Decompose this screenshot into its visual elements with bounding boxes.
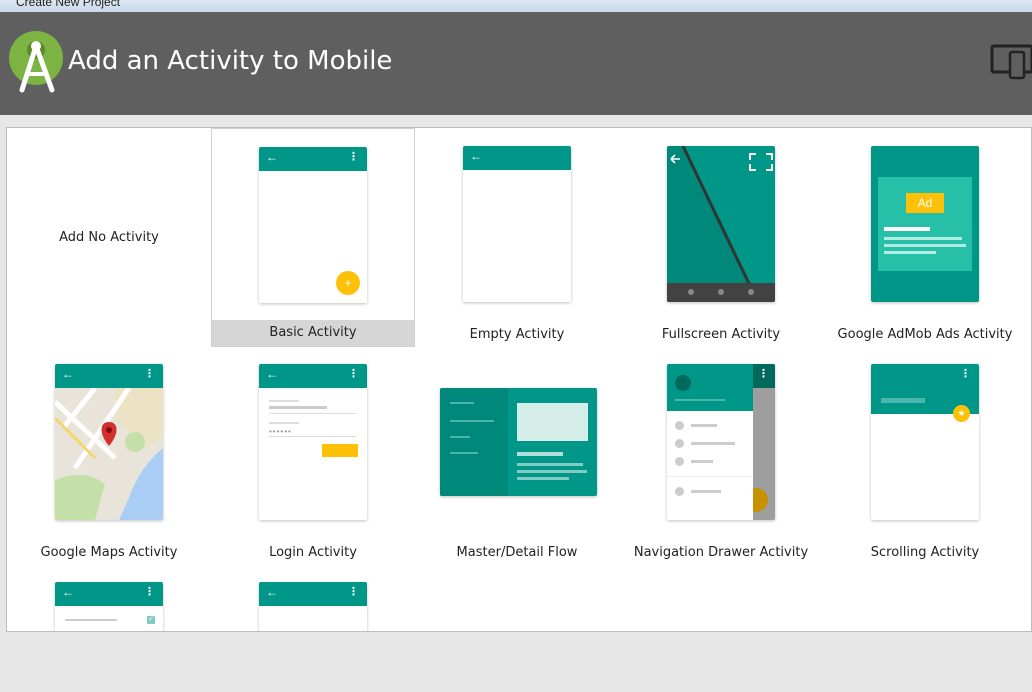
tile-label: Google Maps Activity: [40, 545, 178, 560]
tile-master-detail-flow[interactable]: Master/Detail Flow: [415, 346, 619, 564]
fullscreen-activity-thumbnail: [667, 146, 775, 302]
window-title: Create New Project: [16, 0, 121, 9]
tile-fullscreen-activity[interactable]: Fullscreen Activity: [619, 128, 823, 346]
fullscreen-illustration-icon: [667, 146, 775, 302]
tile-label: Login Activity: [269, 545, 357, 560]
empty-activity-thumbnail: ←: [463, 146, 571, 302]
tile-google-maps-activity[interactable]: ← ⋮ Google Maps Activity: [7, 346, 211, 564]
nav-drawer-thumbnail: ⋮: [667, 364, 775, 520]
login-activity-thumbnail: ← ⋮ ••••••: [259, 364, 367, 520]
ad-badge: Ad: [906, 193, 944, 213]
tile-label: Empty Activity: [469, 327, 565, 342]
thumb-app-bar: ← ⋮: [55, 582, 163, 606]
tile-tabbed-activity[interactable]: ← ⋮: [211, 564, 415, 631]
scrolling-activity-thumbnail: ⋮ ★: [871, 364, 979, 520]
android-studio-logo-icon: [9, 31, 63, 93]
thumb-app-bar: ← ⋮: [55, 364, 163, 388]
overflow-menu-icon: ⋮: [960, 368, 971, 380]
wizard-footer: [0, 632, 1032, 692]
drawer-panel: [667, 364, 753, 520]
overflow-menu-icon: ⋮: [144, 586, 155, 598]
tile-add-no-activity[interactable]: Add No Activity: [7, 128, 211, 346]
back-arrow-icon: ←: [62, 585, 74, 599]
page-title: Add an Activity to Mobile: [68, 46, 393, 76]
back-arrow-icon: ←: [62, 367, 74, 381]
login-button-thumb: [322, 444, 358, 457]
star-fab-icon: ★: [953, 405, 970, 422]
tile-empty-activity[interactable]: ← Empty Activity: [415, 128, 619, 346]
window-titlebar: Create New Project: [0, 0, 1032, 12]
tile-label: Add No Activity: [59, 230, 159, 245]
tile-label: Scrolling Activity: [870, 545, 980, 560]
overflow-menu-icon: ⋮: [348, 368, 359, 380]
overflow-menu-icon: ⋮: [348, 586, 359, 598]
thumb-app-bar: ← ⋮: [259, 582, 367, 606]
tile-label: Basic Activity: [212, 320, 414, 346]
tile-label: Master/Detail Flow: [456, 545, 578, 560]
overflow-menu-icon: ⋮: [758, 368, 769, 380]
tile-basic-activity[interactable]: ← ⋮ + Basic Activity: [211, 128, 415, 347]
checkbox-icon: ✓: [147, 616, 155, 624]
thumb-app-bar: ← ⋮: [259, 364, 367, 388]
maps-activity-thumbnail: ← ⋮: [55, 364, 163, 520]
back-arrow-icon: ←: [266, 367, 278, 381]
master-detail-thumbnail: [440, 388, 597, 496]
tabbed-activity-thumbnail: ← ⋮: [259, 582, 367, 631]
tile-login-activity[interactable]: ← ⋮ •••••• Login Activity: [211, 346, 415, 564]
tile-label: Navigation Drawer Activity: [633, 545, 809, 560]
tile-navigation-drawer-activity[interactable]: ⋮ Navigation Drawer Activity: [619, 346, 823, 564]
tile-admob-activity[interactable]: Ad Google AdMob Ads Activity: [823, 128, 1027, 346]
back-arrow-icon: ←: [470, 149, 482, 163]
thumb-app-bar: ←: [463, 146, 571, 170]
ad-card: Ad: [878, 177, 972, 271]
tile-label: Google AdMob Ads Activity: [837, 327, 1013, 342]
map-illustration-icon: [55, 388, 163, 520]
tile-scrolling-activity[interactable]: ⋮ ★ Scrolling Activity: [823, 346, 1027, 564]
settings-activity-thumbnail: ← ⋮ ✓: [55, 582, 163, 631]
detail-image: [517, 403, 588, 441]
overflow-menu-icon: ⋮: [348, 151, 359, 163]
fab-icon: +: [336, 271, 360, 295]
device-form-factor-icon: [990, 44, 1032, 80]
thumb-app-bar: ← ⋮: [259, 147, 367, 171]
activity-gallery: Add No Activity ← ⋮ + Basic Activity ← E…: [6, 127, 1032, 632]
basic-activity-thumbnail: ← ⋮ +: [259, 147, 367, 303]
wizard-header: Add an Activity to Mobile: [0, 12, 1032, 115]
overflow-menu-icon: ⋮: [144, 368, 155, 380]
tile-label: Fullscreen Activity: [661, 327, 781, 342]
back-arrow-icon: ←: [266, 150, 278, 164]
master-pane: [440, 388, 508, 496]
tile-settings-activity[interactable]: ← ⋮ ✓: [7, 564, 211, 631]
admob-activity-thumbnail: Ad: [871, 146, 979, 302]
back-arrow-icon: ←: [266, 585, 278, 599]
